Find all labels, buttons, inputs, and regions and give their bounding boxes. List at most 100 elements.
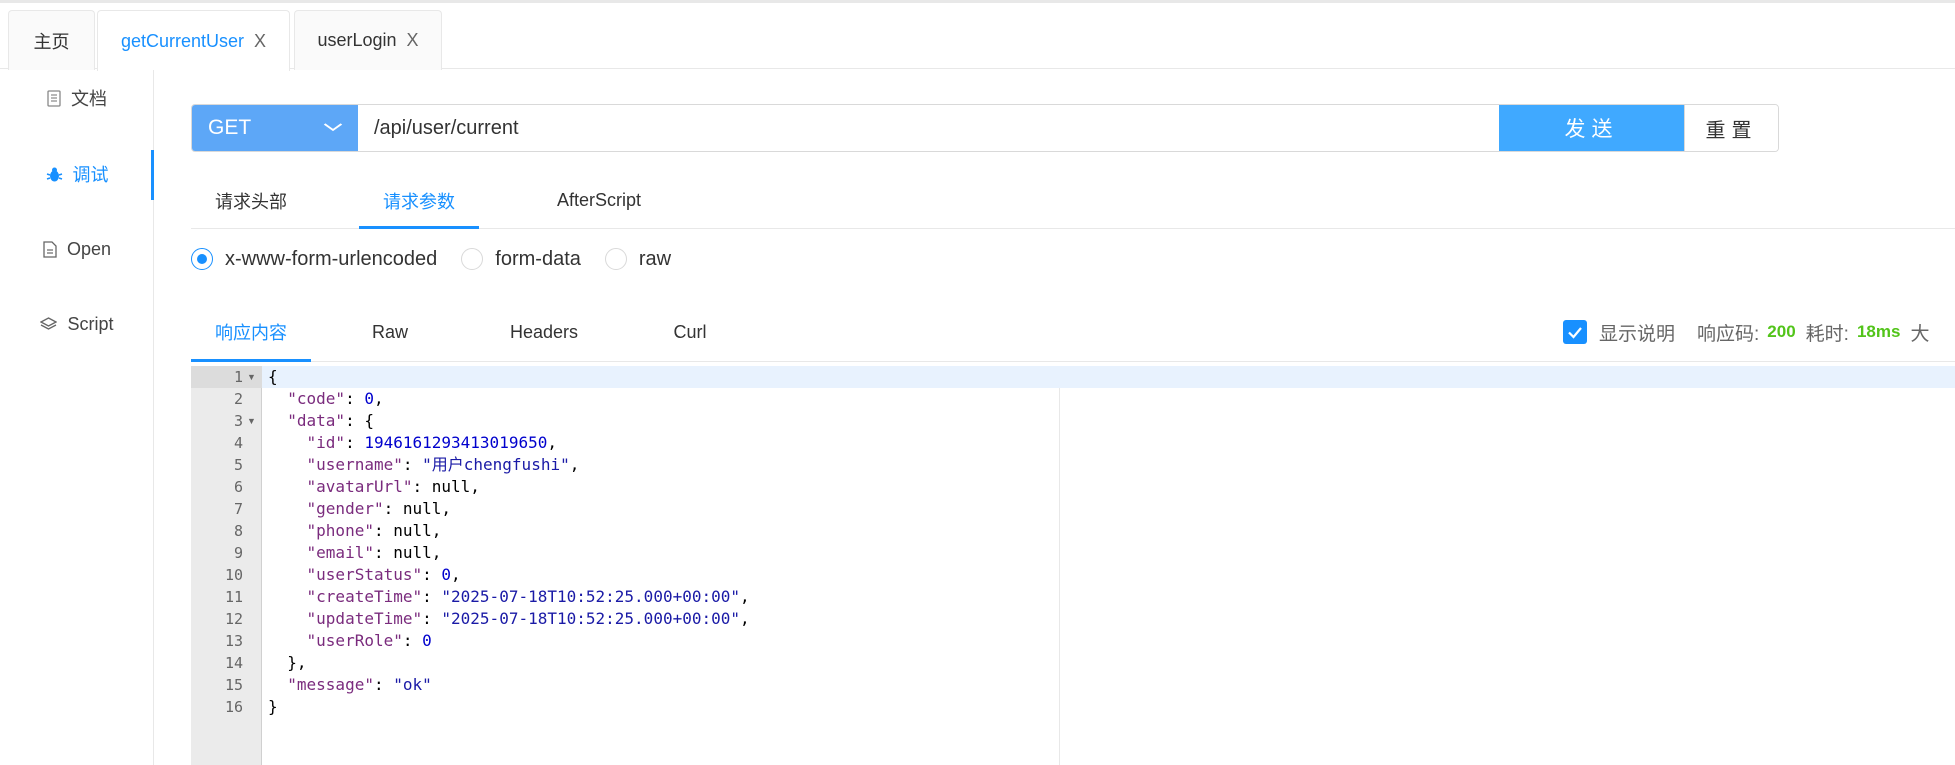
code-line: "message": "ok" (287, 675, 432, 694)
show-desc-checkbox[interactable] (1563, 320, 1587, 344)
bug-icon (46, 166, 63, 183)
code-line: "userStatus": 0, (306, 565, 461, 584)
radio-urlencoded[interactable]: x-www-form-urlencoded (191, 248, 437, 271)
check-icon (1568, 326, 1582, 339)
code-icon (40, 316, 58, 332)
radio-button[interactable] (191, 248, 213, 270)
radio-button[interactable] (604, 248, 627, 270)
send-button[interactable]: 发送 (1499, 105, 1684, 151)
line-number: 16 (224, 698, 243, 716)
url-input[interactable] (358, 105, 1499, 151)
sidebar-item-label: 调试 (72, 165, 109, 185)
tab-userlogin[interactable]: userLogin X (294, 10, 442, 70)
close-icon[interactable]: X (254, 31, 266, 52)
tab-response-raw[interactable]: Raw (340, 302, 440, 362)
tab-label: Raw (371, 321, 408, 342)
sidebar-item-label: Open (66, 238, 112, 259)
line-number: 12 (224, 610, 243, 628)
tab-response-content[interactable]: 响应内容 (191, 302, 311, 362)
code-line: "email": null, (306, 543, 442, 562)
tab-bar: 主页 getCurrentUser X userLogin X (0, 3, 1955, 71)
show-desc-label: 显示说明 (1599, 323, 1676, 345)
sidebar: 文档 调试 Open Script (0, 70, 154, 765)
line-number: 4 (233, 434, 243, 452)
response-meta: 显示说明 响应码: 200 耗时: 18ms 大 (1563, 316, 1929, 348)
sidebar-item-script[interactable]: Script (0, 299, 154, 349)
code-line: "avatarUrl": null, (306, 477, 480, 496)
tab-label: 主页 (33, 31, 70, 52)
line-number: 13 (224, 632, 243, 650)
line-number: 5 (233, 456, 243, 474)
line-number: 3 (233, 412, 243, 430)
tab-label: 请求参数 (383, 191, 455, 212)
active-tab-indicator (359, 226, 479, 229)
request-tabs: 请求头部 请求参数 AfterScript (191, 172, 1955, 229)
response-editor[interactable]: 1 2 3 4 5 6 7 8 9 10 11 12 13 14 15 16 ▼ ▼ { "code": 0,… (191, 366, 1955, 765)
tab-afterscript[interactable]: AfterScript (529, 172, 669, 229)
code-line: "updateTime": "2025-07-18T10:52:25.000+0… (306, 609, 750, 628)
code-line: "id": 1946161293413019650, (306, 433, 557, 452)
tab-label: 响应内容 (215, 323, 287, 343)
code-line: "gender": null, (306, 499, 452, 518)
sidebar-item-label: 文档 (71, 89, 107, 109)
line-number: 9 (233, 544, 243, 562)
tab-label: getCurrentUser (120, 30, 245, 51)
line-number: 14 (224, 654, 243, 672)
sidebar-active-indicator (151, 150, 154, 200)
line-number: 6 (233, 478, 243, 496)
document-icon (47, 89, 61, 107)
line-number: 7 (233, 500, 243, 518)
tab-getcurrentuser[interactable]: getCurrentUser X (97, 10, 290, 71)
line-number: 8 (233, 522, 243, 540)
file-icon (43, 240, 57, 258)
time-label: 耗时: (1805, 323, 1849, 345)
tab-request-headers[interactable]: 请求头部 (191, 172, 311, 229)
status-label: 响应码: (1697, 323, 1760, 345)
size-label: 大 (1910, 323, 1930, 345)
tab-label: Curl (673, 321, 707, 342)
tab-label: userLogin (317, 30, 397, 50)
close-icon[interactable]: X (407, 30, 419, 51)
code-line: "data": { (287, 411, 374, 430)
line-number: 10 (224, 566, 243, 584)
fold-toggle-icon[interactable]: ▼ (247, 366, 256, 388)
request-bar: GET 发送 重置 (191, 104, 1779, 152)
code-line: { (268, 367, 278, 386)
radio-raw[interactable]: raw (604, 247, 672, 271)
method-select[interactable]: GET (192, 105, 358, 151)
radio-label: form-data (495, 247, 581, 270)
tab-home[interactable]: 主页 (8, 10, 95, 70)
line-number: 11 (224, 588, 243, 606)
body-type-group: x-www-form-urlencoded form-data raw (191, 244, 695, 274)
tab-response-headers[interactable]: Headers (489, 302, 599, 362)
sidebar-item-label: Script (67, 313, 114, 334)
tab-label: 请求头部 (215, 191, 287, 212)
code-line: "code": 0, (287, 389, 384, 408)
tab-response-curl[interactable]: Curl (645, 302, 735, 362)
active-tab-indicator (191, 359, 311, 362)
code-line: "createTime": "2025-07-18T10:52:25.000+0… (306, 587, 750, 606)
line-number: 1 (233, 368, 243, 386)
radio-button[interactable] (461, 248, 484, 270)
chevron-down-icon (323, 119, 343, 137)
tab-request-params[interactable]: 请求参数 (359, 172, 479, 229)
active-line-highlight (262, 366, 1955, 388)
reset-button[interactable]: 重置 (1684, 105, 1778, 151)
code-line: "username": "用户chengfushi", (306, 455, 580, 474)
tab-label: AfterScript (556, 190, 642, 210)
code-line: "phone": null, (306, 521, 442, 540)
radio-form-data[interactable]: form-data (461, 248, 581, 271)
fold-toggle-icon[interactable]: ▼ (247, 410, 256, 432)
print-margin (1059, 388, 1060, 765)
code-line: "userRole": 0 (306, 631, 432, 650)
code-line: } (268, 697, 278, 716)
radio-label: raw (638, 247, 672, 270)
time-value: 18ms (1856, 322, 1901, 341)
tab-label: Headers (509, 321, 579, 342)
sidebar-item-docs[interactable]: 文档 (0, 73, 154, 123)
line-number: 2 (233, 390, 243, 408)
code-line: }, (268, 653, 307, 672)
sidebar-item-open[interactable]: Open (0, 224, 154, 274)
line-number: 15 (224, 676, 243, 694)
sidebar-item-debug[interactable]: 调试 (0, 149, 154, 199)
